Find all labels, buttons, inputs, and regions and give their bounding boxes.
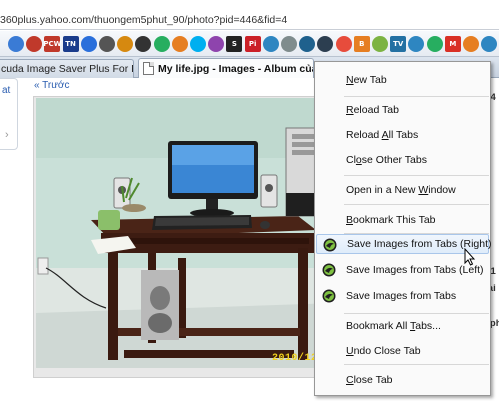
flower-icon[interactable]	[26, 36, 43, 52]
menu-item-close-other-tabs[interactable]: Close Other Tabs	[316, 150, 489, 170]
tab-context-menu: New Tab Reload Tab Reload All Tabs Close Ot…	[314, 61, 492, 396]
b-icon[interactable]: B	[353, 36, 370, 52]
pinterest-label: Pi	[248, 40, 257, 48]
menu-item-label: Save Images from Tabs	[346, 290, 457, 302]
leaf-icon[interactable]	[426, 36, 443, 52]
menu-item-bookmark-this-tab[interactable]: Bookmark This Tab	[316, 210, 489, 230]
tn-label: TN	[65, 40, 76, 48]
stack-icon[interactable]	[335, 36, 352, 52]
menu-separator	[344, 364, 489, 365]
tab-my-life[interactable]: My life.jpg - Images - Album của ... ×	[138, 58, 314, 78]
menu-item-label: Bookmark All Tabs...	[346, 320, 441, 332]
skype-icon[interactable]	[190, 36, 206, 52]
tv-icon[interactable]: TV	[390, 36, 407, 52]
menu-separator	[344, 175, 489, 176]
bookmark-icon[interactable]	[117, 36, 134, 52]
page-icon	[143, 62, 154, 75]
mail-icon[interactable]: M	[444, 36, 461, 52]
photo[interactable]	[36, 98, 336, 368]
page-icon[interactable]	[281, 36, 297, 52]
tv-label: TV	[393, 40, 404, 48]
menu-item-label: Undo Close Tab	[346, 345, 421, 357]
menu-item-label: Save Images from Tabs (Left)	[346, 264, 484, 276]
circle-icon[interactable]	[408, 36, 425, 52]
photo-frame: 2010/12	[33, 96, 336, 378]
menu-item-label: New Tab	[346, 74, 387, 86]
menu-item-close-tab[interactable]: Close Tab	[316, 370, 489, 390]
green-book-icon[interactable]	[372, 36, 388, 52]
s-icon[interactable]: S	[226, 36, 243, 52]
tab-label: cuda Image Saver Plus For Fire...	[1, 63, 133, 75]
star-icon[interactable]	[463, 36, 479, 52]
tab-label: My life.jpg - Images - Album của ...	[158, 62, 314, 75]
barracuda-saver-icon	[323, 238, 337, 252]
menu-item-label: Reload Tab	[346, 104, 399, 116]
globe-icon[interactable]	[8, 36, 24, 52]
menu-item-reload-tab[interactable]: Reload Tab	[316, 100, 489, 120]
barracuda-saver-icon	[322, 289, 336, 303]
b-label: B	[359, 40, 365, 48]
pinterest-icon[interactable]: Pi	[244, 36, 261, 52]
pcw-icon[interactable]: PCW	[43, 36, 62, 52]
chevron-right-icon[interactable]: ›	[5, 129, 9, 141]
tab-image-saver[interactable]: cuda Image Saver Plus For Fire... ×	[0, 59, 134, 78]
chrome-icon[interactable]	[153, 36, 170, 52]
menu-item-label: Close Tab	[346, 374, 393, 386]
ship-icon[interactable]	[262, 36, 279, 52]
menu-item-open-in-a-new-window[interactable]: Open in a New Window	[316, 180, 489, 200]
refresh-icon[interactable]	[80, 36, 97, 52]
menu-item-bookmark-all-tabs[interactable]: Bookmark All Tabs...	[316, 316, 489, 336]
menu-item-label: Reload All Tabs	[346, 129, 419, 141]
menu-item-label: Bookmark This Tab	[346, 214, 436, 226]
address-bar[interactable]: 360plus.yahoo.com/thuongem5phut_90/photo…	[0, 0, 499, 30]
left-panel-link[interactable]: at	[2, 85, 10, 96]
menu-item-reload-all-tabs[interactable]: Reload All Tabs	[316, 125, 489, 145]
mail-label: M	[449, 40, 457, 48]
menu-separator	[344, 313, 489, 314]
menu-separator	[344, 96, 489, 97]
url-text[interactable]: 360plus.yahoo.com/thuongem5phut_90/photo…	[0, 14, 287, 26]
camera-icon[interactable]	[317, 36, 334, 52]
mouse-cursor-icon	[464, 248, 476, 266]
tn-icon[interactable]: TN	[62, 36, 79, 52]
menu-item-save-images-from-tabs[interactable]: Save Images from Tabs	[316, 286, 489, 306]
bookmarks-toolbar: PCW TN S Pi B TV M	[0, 31, 499, 57]
pcw-label: PCW	[43, 40, 62, 48]
s-label: S	[231, 40, 237, 48]
previous-link[interactable]: « Trước	[34, 80, 69, 91]
fire-icon[interactable]	[171, 36, 188, 52]
menu-item-undo-close-tab[interactable]: Undo Close Tab	[316, 341, 489, 361]
chat-icon[interactable]	[99, 36, 115, 52]
face-icon[interactable]	[208, 36, 225, 52]
bolt-icon[interactable]	[481, 36, 498, 52]
photo-date-stamp: 2010/12	[272, 353, 318, 364]
earth-icon[interactable]	[299, 36, 316, 52]
menu-separator	[344, 204, 489, 205]
menu-item-label: Close Other Tabs	[346, 154, 427, 166]
menu-item-label: Open in a New Window	[346, 184, 456, 196]
photo-image	[36, 98, 336, 368]
left-panel: at ›	[0, 78, 18, 150]
menu-item-new-tab[interactable]: New Tab	[316, 70, 489, 90]
barracuda-saver-icon	[322, 263, 336, 277]
film-icon[interactable]	[135, 36, 152, 52]
